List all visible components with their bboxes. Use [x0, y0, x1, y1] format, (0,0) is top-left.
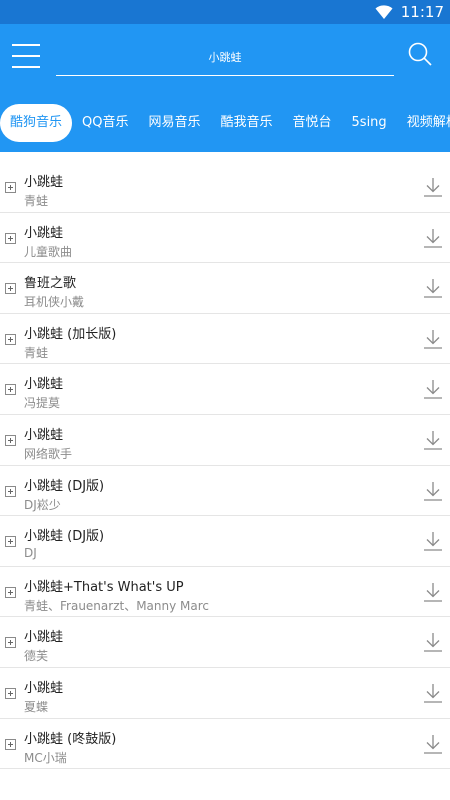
song-title: 小跳蛙: [24, 175, 64, 190]
download-button[interactable]: [422, 530, 444, 552]
download-icon: [424, 228, 442, 248]
song-row[interactable]: 鲁班之歌 耳机侠小戴: [0, 263, 450, 314]
tab-1[interactable]: QQ音乐: [72, 104, 138, 142]
wifi-icon: [375, 5, 393, 19]
download-icon: [424, 683, 442, 703]
download-icon: [424, 582, 442, 602]
tab-0[interactable]: 酷狗音乐: [0, 104, 73, 142]
song-artist: 耳机侠小戴: [24, 295, 85, 310]
song-list: 小跳蛙 青蛙 小跳蛙 儿童歌曲 鲁班之歌 耳机侠小戴 小跳蛙 (加长版) 青蛙 小跳蛙 冯提莫 小跳…: [0, 162, 450, 770]
song-artist: 青蛙、Frauenarzt、Manny Marc: [24, 598, 210, 613]
song-artist: 青蛙: [24, 194, 49, 208]
expand-icon[interactable]: [5, 182, 16, 193]
download-icon: [424, 329, 442, 349]
song-title: 小跳蛙 (DJ版): [24, 529, 105, 545]
download-button[interactable]: [422, 429, 444, 451]
song-artist: 网络歌手: [24, 446, 73, 461]
search-button[interactable]: [406, 40, 434, 68]
download-button[interactable]: [422, 328, 444, 350]
song-artist: 儿童歌曲: [24, 244, 73, 259]
tab-3[interactable]: 酷我音乐: [211, 104, 283, 142]
song-row[interactable]: 小跳蛙 德芙: [0, 617, 450, 668]
song-title: 小跳蛙: [24, 377, 64, 393]
expand-icon[interactable]: [5, 232, 16, 244]
expand-icon[interactable]: [5, 333, 16, 345]
song-row[interactable]: 小跳蛙 冯提莫: [0, 364, 450, 415]
search-icon: [408, 42, 432, 66]
download-button[interactable]: [422, 581, 444, 603]
song-title: 小跳蛙: [24, 427, 64, 443]
expand-icon[interactable]: [5, 687, 16, 699]
expand-icon[interactable]: [5, 536, 16, 548]
song-row[interactable]: 小跳蛙 青蛙: [0, 162, 450, 213]
download-button[interactable]: [422, 631, 444, 653]
download-button[interactable]: [422, 176, 444, 198]
expand-icon[interactable]: [5, 384, 16, 396]
song-title: 鲁班之歌: [24, 276, 77, 292]
download-icon: [424, 633, 442, 652]
status-time: 11:17: [400, 3, 444, 21]
download-icon: [424, 481, 442, 501]
download-icon: [424, 279, 442, 298]
search-input[interactable]: [56, 38, 394, 75]
source-tabs: 酷狗音乐QQ音乐网易音乐酷我音乐音悦台5sing视频解析: [0, 94, 450, 152]
tab-2[interactable]: 网易音乐: [138, 104, 210, 142]
song-row[interactable]: 小跳蛙 (加长版) 青蛙: [0, 314, 450, 365]
menu-icon: [12, 44, 40, 46]
song-row[interactable]: 小跳蛙 儿童歌曲: [0, 213, 450, 264]
song-title: 小跳蛙: [24, 630, 64, 646]
download-icon: [424, 430, 442, 450]
app-bar: [0, 24, 450, 94]
download-icon: [424, 532, 442, 551]
download-button[interactable]: [422, 733, 444, 755]
tab-6[interactable]: 视频解析: [397, 104, 450, 142]
song-row[interactable]: 小跳蛙 (DJ版) DJ: [0, 516, 450, 567]
tab-4[interactable]: 音悦台: [283, 104, 342, 142]
song-row[interactable]: 小跳蛙 网络歌手: [0, 415, 450, 466]
search-box: [56, 38, 394, 76]
expand-icon[interactable]: [5, 637, 16, 649]
song-title: 小跳蛙 (咚鼓版): [24, 731, 117, 747]
expand-icon[interactable]: [5, 586, 16, 598]
download-button[interactable]: [422, 227, 444, 249]
song-artist: 夏蝶: [24, 699, 49, 714]
expand-icon[interactable]: [5, 283, 16, 295]
download-button[interactable]: [422, 682, 444, 704]
song-artist: DJ崧少: [24, 497, 61, 512]
download-button[interactable]: [422, 277, 444, 299]
download-button[interactable]: [422, 378, 444, 400]
song-artist: 冯提莫: [24, 396, 61, 411]
tab-5[interactable]: 5sing: [342, 104, 397, 142]
song-artist: MC小瑞: [24, 750, 67, 765]
expand-icon[interactable]: [5, 738, 16, 750]
song-title: 小跳蛙+That's What's UP: [24, 579, 184, 595]
song-artist: 德芙: [24, 649, 49, 664]
song-artist: DJ: [24, 546, 37, 561]
song-title: 小跳蛙: [24, 680, 64, 696]
expand-icon[interactable]: [5, 434, 16, 446]
status-bar: 11:17: [0, 0, 450, 24]
song-row[interactable]: 小跳蛙 (咚鼓版) MC小瑞: [0, 719, 450, 770]
song-row[interactable]: 小跳蛙 夏蝶: [0, 668, 450, 719]
download-button[interactable]: [422, 480, 444, 502]
menu-button[interactable]: [12, 44, 42, 70]
song-title: 小跳蛙 (DJ版): [24, 478, 105, 494]
song-row[interactable]: 小跳蛙 (DJ版) DJ崧少: [0, 466, 450, 517]
download-icon: [424, 380, 442, 400]
song-title: 小跳蛙: [24, 225, 64, 241]
download-icon: [424, 734, 442, 754]
song-row[interactable]: 小跳蛙+That's What's UP 青蛙、Frauenarzt、Manny …: [0, 567, 450, 618]
download-icon: [424, 178, 442, 197]
expand-icon[interactable]: [5, 485, 16, 497]
song-artist: 青蛙: [24, 345, 49, 360]
song-title: 小跳蛙 (加长版): [24, 326, 117, 342]
